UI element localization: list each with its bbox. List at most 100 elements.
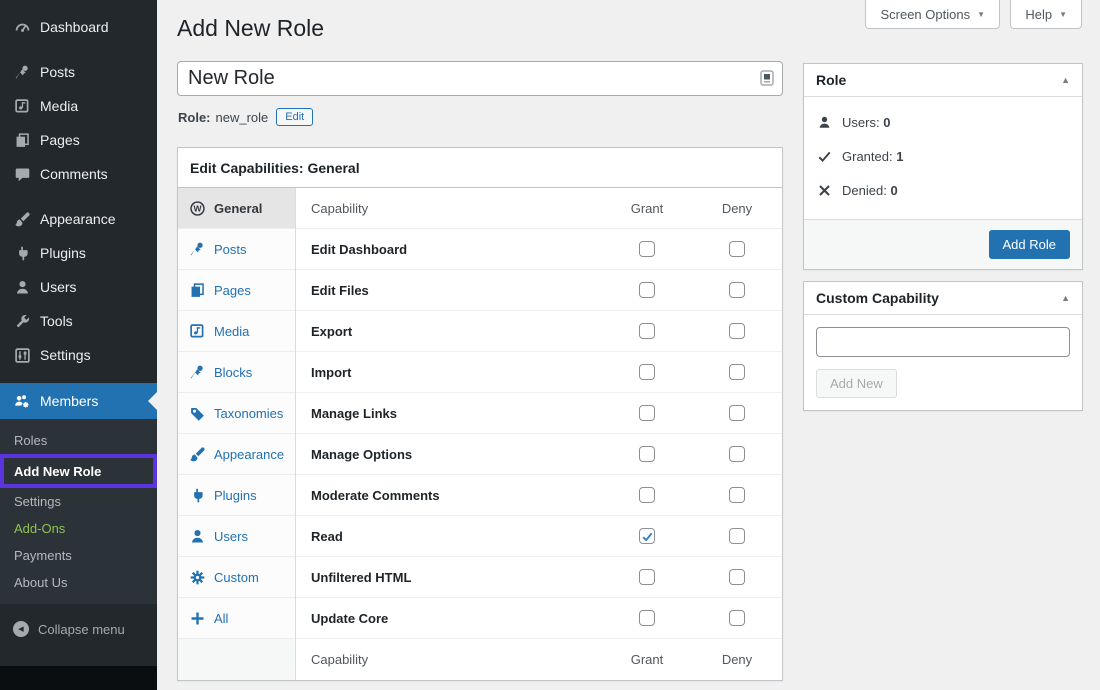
role-name-field-wrap [177,61,783,96]
screen-options-button[interactable]: Screen Options ▼ [865,0,1000,29]
sidebar-item-label: Tools [40,313,73,329]
sidebar-item-label: Users [40,279,77,295]
tag-icon [188,404,206,422]
chevron-up-icon[interactable]: ▲ [1061,75,1070,85]
pushpin-icon [188,363,206,381]
sidebar-item-media[interactable]: Media [0,89,157,123]
chevron-down-icon: ▼ [977,10,985,19]
sidebar-item-appearance[interactable]: Appearance [0,202,157,236]
role-postbox-title: Role [816,72,846,88]
deny-checkbox[interactable] [729,610,745,626]
tab-pages[interactable]: Pages [178,270,295,311]
sliders-icon [13,346,31,364]
deny-checkbox[interactable] [729,323,745,339]
grant-checkbox[interactable] [639,569,655,585]
tab-custom[interactable]: Custom [178,557,295,598]
deny-checkbox[interactable] [729,364,745,380]
capability-table-header: Capability Grant Deny [296,188,782,229]
wordpress-icon: W [188,199,206,217]
chevron-up-icon[interactable]: ▲ [1061,293,1070,303]
custom-capability-header[interactable]: Custom Capability ▲ [804,282,1082,315]
tab-taxonomies[interactable]: Taxonomies [178,393,295,434]
sidebar-item-users[interactable]: Users [0,270,157,304]
deny-checkbox[interactable] [729,282,745,298]
tab-appearance[interactable]: Appearance [178,434,295,475]
user-icon [13,278,31,296]
sidebar-item-label: Pages [40,132,80,148]
dashboard-icon [13,18,31,36]
sidebar-item-label: Settings [40,347,91,363]
tab-posts[interactable]: Posts [178,229,295,270]
pushpin-icon [188,240,206,258]
submenu-item-add-new-role[interactable]: Add New Role [0,454,157,488]
sidebar-item-plugins[interactable]: Plugins [0,236,157,270]
sidebar-item-posts[interactable]: Posts [0,55,157,89]
help-button[interactable]: Help ▼ [1010,0,1082,29]
table-row: Import [296,352,782,393]
tab-media[interactable]: Media [178,311,295,352]
deny-checkbox[interactable] [729,528,745,544]
members-submenu: Roles Add New Role Settings Add-Ons Paym… [0,419,157,604]
grant-checkbox[interactable] [639,446,655,462]
deny-checkbox[interactable] [729,446,745,462]
grant-checkbox[interactable] [639,282,655,298]
tab-general[interactable]: W General [178,188,295,229]
submenu-item-add-ons[interactable]: Add-Ons [0,515,157,542]
sidebar-item-label: Members [40,393,98,409]
role-name-input[interactable] [177,61,783,96]
pages-icon [13,131,31,149]
deny-checkbox[interactable] [729,241,745,257]
deny-checkbox[interactable] [729,487,745,503]
collapse-menu-button[interactable]: ◀ Collapse menu [0,614,157,644]
grant-checkbox[interactable] [639,323,655,339]
granted-stat: Granted: 1 [816,139,1070,173]
sidebar-item-label: Posts [40,64,75,80]
capability-label: Edit Dashboard [296,242,602,257]
sidebar-item-label: Plugins [40,245,86,261]
tab-all[interactable]: All [178,598,295,639]
submenu-item-settings[interactable]: Settings [0,488,157,515]
edit-slug-button[interactable]: Edit [276,108,313,126]
tab-blocks[interactable]: Blocks [178,352,295,393]
sidebar-item-comments[interactable]: Comments [0,157,157,191]
grant-checkbox[interactable] [639,528,655,544]
add-role-button[interactable]: Add Role [989,230,1070,259]
user-icon [816,114,833,131]
role-slug-label: Role: [178,110,211,125]
edit-capabilities-box: Edit Capabilities: General W General Pos… [177,147,783,681]
plug-icon [13,244,31,262]
tab-users[interactable]: Users [178,516,295,557]
grant-checkbox[interactable] [639,405,655,421]
grant-checkbox[interactable] [639,364,655,380]
tab-plugins[interactable]: Plugins [178,475,295,516]
tab-rail-filler [178,639,295,680]
sidebar-item-members[interactable]: Members [0,383,157,419]
deny-checkbox[interactable] [729,405,745,421]
submenu-item-about-us[interactable]: About Us [0,569,157,596]
brush-icon [13,210,31,228]
media-icon [188,322,206,340]
grant-checkbox[interactable] [639,487,655,503]
pages-icon [188,281,206,299]
capability-label: Manage Links [296,406,602,421]
deny-checkbox[interactable] [729,569,745,585]
capability-label: Update Core [296,611,602,626]
submenu-item-roles[interactable]: Roles [0,427,157,454]
plug-icon [188,486,206,504]
role-slug-value: new_role [216,110,269,125]
gear-icon [188,568,206,586]
role-postbox-header[interactable]: Role ▲ [804,64,1082,97]
grant-checkbox[interactable] [639,241,655,257]
table-row: Manage Links [296,393,782,434]
grant-checkbox[interactable] [639,610,655,626]
submenu-item-payments[interactable]: Payments [0,542,157,569]
capability-label: Read [296,529,602,544]
sidebar-item-tools[interactable]: Tools [0,304,157,338]
custom-capability-input[interactable] [816,327,1070,357]
sidebar-item-settings[interactable]: Settings [0,338,157,372]
sidebar-item-pages[interactable]: Pages [0,123,157,157]
add-new-capability-button[interactable]: Add New [816,369,897,398]
sidebar-item-dashboard[interactable]: Dashboard [0,10,157,44]
chevron-down-icon: ▼ [1059,10,1067,19]
admin-sidebar: Dashboard Posts Media Pages [0,0,157,690]
